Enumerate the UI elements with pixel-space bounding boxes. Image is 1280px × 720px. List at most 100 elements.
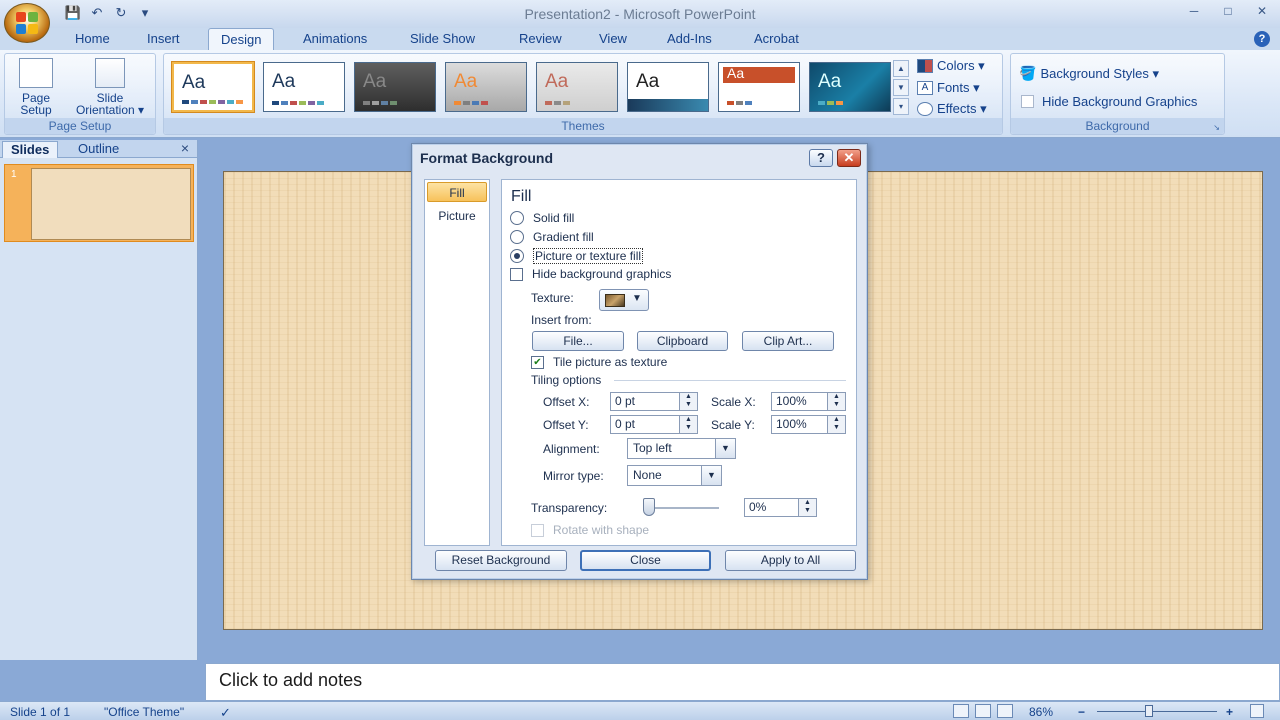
theme-office[interactable]: Aa	[172, 62, 254, 112]
page-setup-group-label: Page Setup	[5, 118, 155, 134]
theme-2[interactable]: Aa	[263, 62, 345, 112]
hide-graphics-checkbox[interactable]	[510, 267, 523, 281]
slide-sorter-icon[interactable]	[975, 704, 991, 718]
clip-art-button[interactable]: Clip Art...	[742, 331, 834, 351]
offset-y-input[interactable]: 0 pt ▲ ▼	[610, 415, 698, 434]
tiling-separator	[614, 380, 846, 381]
tab-slide-show[interactable]: Slide Show	[410, 31, 475, 46]
fit-to-window-icon[interactable]	[1250, 704, 1264, 718]
close-pane-icon[interactable]: ×	[181, 140, 189, 156]
zoom-in-icon[interactable]: +	[1226, 705, 1233, 719]
zoom-level[interactable]: 86%	[1029, 705, 1053, 719]
picture-fill-radio[interactable]	[510, 249, 524, 263]
tile-texture-label: Tile picture as texture	[553, 355, 668, 369]
theme-6[interactable]: Aa	[627, 62, 709, 112]
transparency-value: 0%	[749, 500, 767, 514]
gallery-down-icon[interactable]: ▼	[893, 79, 909, 96]
theme-colors	[182, 100, 243, 104]
offset-x-spinner-icon[interactable]: ▲ ▼	[679, 393, 697, 410]
theme-4[interactable]: Aa	[445, 62, 527, 112]
tab-insert[interactable]: Insert	[147, 31, 180, 46]
maximize-button[interactable]: □	[1218, 4, 1238, 20]
spell-check-icon[interactable]: ✓	[220, 705, 231, 720]
hide-background-graphics-checkbox[interactable]: Hide Background Graphics	[1021, 94, 1197, 109]
theme-3[interactable]: Aa	[354, 62, 436, 112]
close-window-button[interactable]: ✕	[1252, 4, 1272, 20]
reset-background-button[interactable]: Reset Background	[435, 550, 567, 571]
tab-animations[interactable]: Animations	[303, 31, 367, 46]
theme-5[interactable]: Aa	[536, 62, 618, 112]
tab-outline[interactable]: Outline	[70, 141, 127, 158]
picture-fill-option[interactable]: Picture or texture fill	[510, 248, 644, 264]
effects-icon	[917, 102, 933, 116]
tab-add-ins[interactable]: Add-Ins	[667, 31, 712, 46]
normal-view-icon[interactable]	[953, 704, 969, 718]
scale-x-input[interactable]: 100% ▲ ▼	[771, 392, 846, 411]
scale-x-spinner-icon[interactable]: ▲ ▼	[827, 393, 845, 410]
colors-button[interactable]: Colors ▾	[917, 58, 985, 74]
clipboard-button[interactable]: Clipboard	[637, 331, 728, 351]
transparency-input[interactable]: 0% ▲ ▼	[744, 498, 817, 517]
solid-fill-radio[interactable]	[510, 211, 524, 225]
minimize-button[interactable]: ─	[1184, 4, 1204, 20]
apply-to-all-button[interactable]: Apply to All	[725, 550, 856, 571]
ribbon: Page Setup Slide Orientation ▾ Page Setu…	[0, 50, 1280, 138]
notes-pane[interactable]: Click to add notes	[205, 663, 1280, 701]
office-button[interactable]	[4, 3, 50, 43]
dialog-close-button[interactable]: ✕	[837, 149, 861, 167]
office-logo-icon	[16, 12, 38, 34]
tile-texture-option[interactable]: ✔ Tile picture as texture	[531, 355, 667, 369]
scale-y-input[interactable]: 100% ▲ ▼	[771, 415, 846, 434]
scale-y-value: 100%	[776, 417, 807, 431]
mirror-type-dropdown[interactable]: None ▼	[627, 465, 722, 486]
theme-sample: Aa	[182, 72, 206, 93]
page-setup-button[interactable]: Page Setup	[13, 58, 59, 116]
offset-x-value: 0 pt	[615, 394, 636, 408]
zoom-slider[interactable]	[1097, 711, 1217, 712]
texture-label: Texture:	[531, 291, 574, 305]
texture-picker[interactable]: ▼	[599, 289, 649, 311]
tab-home[interactable]: Home	[75, 31, 110, 46]
gallery-more-icon[interactable]: ▾	[893, 98, 909, 115]
nav-picture[interactable]: Picture	[427, 206, 487, 226]
dialog-launcher-icon[interactable]: ↘	[1213, 123, 1220, 132]
nav-fill[interactable]: Fill	[427, 182, 487, 202]
transparency-spinner-icon[interactable]: ▲ ▼	[798, 499, 816, 516]
help-icon[interactable]: ?	[1254, 31, 1270, 47]
gradient-fill-option[interactable]: Gradient fill	[510, 230, 594, 244]
file-button[interactable]: File...	[532, 331, 624, 351]
transparency-slider-thumb[interactable]	[643, 498, 655, 516]
fill-panel: Fill Solid fill Gradient fill Picture or…	[501, 179, 857, 546]
offset-y-spinner-icon[interactable]: ▲ ▼	[679, 416, 697, 433]
close-button[interactable]: Close	[580, 550, 711, 571]
slide-orientation-button[interactable]: Slide Orientation ▾	[65, 58, 155, 116]
transparency-label: Transparency:	[531, 501, 608, 515]
theme-8[interactable]: Aa	[809, 62, 891, 112]
slide-show-icon[interactable]	[997, 704, 1013, 718]
tab-review[interactable]: Review	[519, 31, 562, 46]
theme-colors	[363, 101, 397, 105]
background-styles-button[interactable]: 🪣 Background Styles ▾	[1019, 65, 1159, 82]
tab-view[interactable]: View	[599, 31, 627, 46]
notes-placeholder: Click to add notes	[219, 670, 363, 690]
slide-thumbnail[interactable]: 1	[4, 164, 194, 242]
gallery-up-icon[interactable]: ▲	[893, 60, 909, 77]
tab-design[interactable]: Design	[208, 28, 275, 51]
theme-7[interactable]: Aa	[718, 62, 800, 112]
offset-x-input[interactable]: 0 pt ▲ ▼	[610, 392, 698, 411]
effects-label: Effects ▾	[937, 101, 987, 116]
dialog-help-button[interactable]: ?	[809, 149, 833, 167]
zoom-slider-thumb[interactable]	[1145, 705, 1153, 717]
alignment-dropdown[interactable]: Top left ▼	[627, 438, 736, 459]
tab-acrobat[interactable]: Acrobat	[754, 31, 799, 46]
solid-fill-option[interactable]: Solid fill	[510, 211, 574, 225]
alignment-label: Alignment:	[543, 442, 600, 456]
gradient-fill-radio[interactable]	[510, 230, 524, 244]
zoom-out-icon[interactable]: −	[1078, 705, 1085, 719]
fonts-button[interactable]: A Fonts ▾	[917, 80, 980, 96]
tab-slides[interactable]: Slides	[2, 141, 59, 158]
tile-texture-checkbox[interactable]: ✔	[531, 355, 544, 369]
effects-button[interactable]: Effects ▾	[917, 101, 987, 117]
scale-y-spinner-icon[interactable]: ▲ ▼	[827, 416, 845, 433]
hide-graphics-option[interactable]: Hide background graphics	[510, 267, 671, 281]
